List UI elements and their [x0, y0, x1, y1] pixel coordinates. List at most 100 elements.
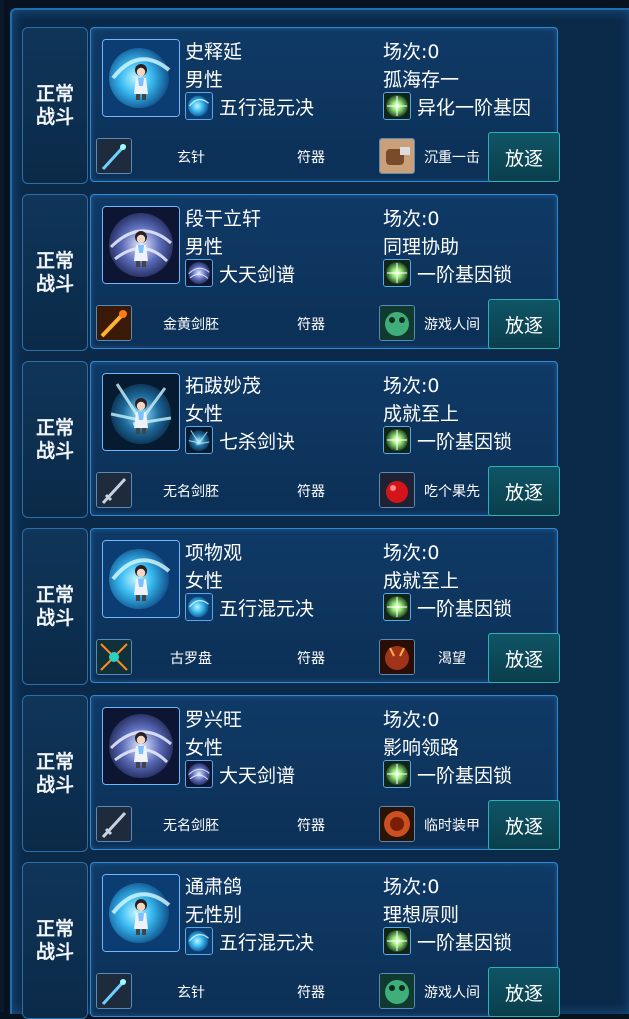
scrollbar-rail[interactable]: [0, 0, 4, 1012]
compass-icon[interactable]: [96, 639, 132, 675]
member-name: 史释延: [185, 41, 243, 63]
needle-icon[interactable]: [96, 138, 132, 174]
skill: 大天剑谱: [185, 259, 295, 287]
water-orb-icon: [185, 927, 213, 955]
gene-label: 一阶基因锁: [417, 764, 513, 787]
item-label: 吃个果先: [424, 484, 480, 500]
weapon-label: 玄针: [177, 985, 205, 1001]
member-card[interactable]: 通肃鸽 无性别 五行混元决 场次:0 理想原则 一阶基因锁 玄针 符器 游戏人间…: [90, 862, 560, 1017]
battle-mode-label[interactable]: 正常战斗: [22, 695, 88, 852]
water-orb-icon: [185, 92, 213, 120]
gene-burst-icon: [383, 593, 411, 621]
gene-label: 一阶基因锁: [417, 430, 513, 453]
member-name: 通肃鸽: [185, 876, 243, 898]
demon-icon[interactable]: [379, 639, 415, 675]
member-row: 正常战斗 拓跋妙茂 女性 七杀剑诀 场次:0 成就至上 一阶基因锁 无名剑胚 符…: [22, 361, 560, 518]
member-card[interactable]: 拓跋妙茂 女性 七杀剑诀 场次:0 成就至上 一阶基因锁 无名剑胚 符器 吃个果…: [90, 361, 560, 516]
match-count: 场次:0: [383, 876, 440, 898]
skill: 五行混元决: [185, 927, 314, 955]
skill: 五行混元决: [185, 92, 314, 120]
member-row: 正常战斗 罗兴旺 女性 大天剑谱 场次:0 影响领路 一阶基因锁 无名剑胚 符器…: [22, 695, 560, 852]
expel-button[interactable]: 放逐: [488, 967, 560, 1017]
member-row: 正常战斗 段干立轩 男性 大天剑谱 场次:0 同理协助 一阶基因锁 金黄剑胚 符…: [22, 194, 560, 351]
frog-icon[interactable]: [379, 973, 415, 1009]
member-row: 正常战斗 项物观 女性 五行混元决 场次:0 成就至上 一阶基因锁 古罗盘 符器…: [22, 528, 560, 685]
needle-icon[interactable]: [96, 973, 132, 1009]
talisman-label: 符器: [297, 985, 325, 1001]
weapon-label: 无名剑胚: [163, 484, 219, 500]
sword-icon[interactable]: [96, 806, 132, 842]
expel-button[interactable]: 放逐: [488, 466, 560, 516]
skill-label: 五行混元决: [219, 931, 315, 954]
apple-icon[interactable]: [379, 472, 415, 508]
expel-button[interactable]: 放逐: [488, 299, 560, 349]
match-count: 场次:0: [383, 542, 440, 564]
armor-icon[interactable]: [379, 806, 415, 842]
trait-label: 成就至上: [383, 570, 460, 592]
talisman-label: 符器: [297, 317, 325, 333]
gene-burst-icon: [383, 92, 411, 120]
battle-mode-label[interactable]: 正常战斗: [22, 528, 88, 685]
expel-button[interactable]: 放逐: [488, 633, 560, 683]
gene-lock: 一阶基因锁: [383, 927, 512, 955]
member-gender: 无性别: [185, 904, 243, 926]
item-label: 临时装甲: [424, 818, 480, 834]
member-gender: 男性: [185, 69, 224, 91]
swirl-icon: [185, 259, 213, 287]
portrait-avatar: [102, 206, 180, 284]
skill: 七杀剑诀: [185, 426, 295, 454]
talisman-label: 符器: [297, 651, 325, 667]
expel-button[interactable]: 放逐: [488, 800, 560, 850]
gene-burst-icon: [383, 426, 411, 454]
match-count: 场次:0: [383, 41, 440, 63]
battle-mode-label[interactable]: 正常战斗: [22, 194, 88, 351]
member-name: 罗兴旺: [185, 709, 243, 731]
gene-burst-icon: [383, 927, 411, 955]
member-card[interactable]: 段干立轩 男性 大天剑谱 场次:0 同理协助 一阶基因锁 金黄剑胚 符器 游戏人…: [90, 194, 560, 349]
member-row: 正常战斗 通肃鸽 无性别 五行混元决 场次:0 理想原则 一阶基因锁 玄针 符器…: [22, 862, 560, 1019]
battle-mode-label[interactable]: 正常战斗: [22, 27, 88, 184]
talisman-label: 符器: [297, 150, 325, 166]
member-gender: 男性: [185, 236, 224, 258]
skill: 五行混元决: [185, 593, 314, 621]
water-orb-icon: [185, 593, 213, 621]
item-label: 渴望: [438, 651, 466, 667]
skill-label: 五行混元决: [219, 597, 315, 620]
trait-label: 孤海存一: [383, 69, 460, 91]
gene-burst-icon: [383, 259, 411, 287]
expel-button[interactable]: 放逐: [488, 132, 560, 182]
item-label: 游戏人间: [424, 317, 480, 333]
swirl-icon: [185, 760, 213, 788]
talisman-label: 符器: [297, 818, 325, 834]
match-count: 场次:0: [383, 709, 440, 731]
gene-burst-icon: [383, 760, 411, 788]
skill-label: 大天剑谱: [219, 764, 296, 787]
member-name: 拓跋妙茂: [185, 375, 262, 397]
weapon-label: 玄针: [177, 150, 205, 166]
portrait-avatar: [102, 373, 180, 451]
member-card[interactable]: 史释延 男性 五行混元决 场次:0 孤海存一 异化一阶基因 玄针 符器 沉重一击…: [90, 27, 560, 182]
skill: 大天剑谱: [185, 760, 295, 788]
trait-label: 理想原则: [383, 904, 460, 926]
gene-label: 一阶基因锁: [417, 597, 513, 620]
member-gender: 女性: [185, 403, 224, 425]
fist-icon[interactable]: [379, 138, 415, 174]
battle-mode-label[interactable]: 正常战斗: [22, 862, 88, 1019]
trait-label: 成就至上: [383, 403, 460, 425]
gene-label: 一阶基因锁: [417, 931, 513, 954]
skill-label: 五行混元决: [219, 96, 315, 119]
golden-sword-icon[interactable]: [96, 305, 132, 341]
member-name: 段干立轩: [185, 208, 262, 230]
gene-label: 异化一阶基因: [417, 96, 532, 119]
member-card[interactable]: 项物观 女性 五行混元决 场次:0 成就至上 一阶基因锁 古罗盘 符器 渴望 放…: [90, 528, 560, 683]
portrait-avatar: [102, 39, 180, 117]
gene-lock: 一阶基因锁: [383, 426, 512, 454]
member-card[interactable]: 罗兴旺 女性 大天剑谱 场次:0 影响领路 一阶基因锁 无名剑胚 符器 临时装甲…: [90, 695, 560, 850]
trait-label: 影响领路: [383, 737, 460, 759]
portrait-avatar: [102, 707, 180, 785]
battle-mode-label[interactable]: 正常战斗: [22, 361, 88, 518]
member-gender: 女性: [185, 737, 224, 759]
sword-icon[interactable]: [96, 472, 132, 508]
frog-icon[interactable]: [379, 305, 415, 341]
gene-label: 一阶基因锁: [417, 263, 513, 286]
